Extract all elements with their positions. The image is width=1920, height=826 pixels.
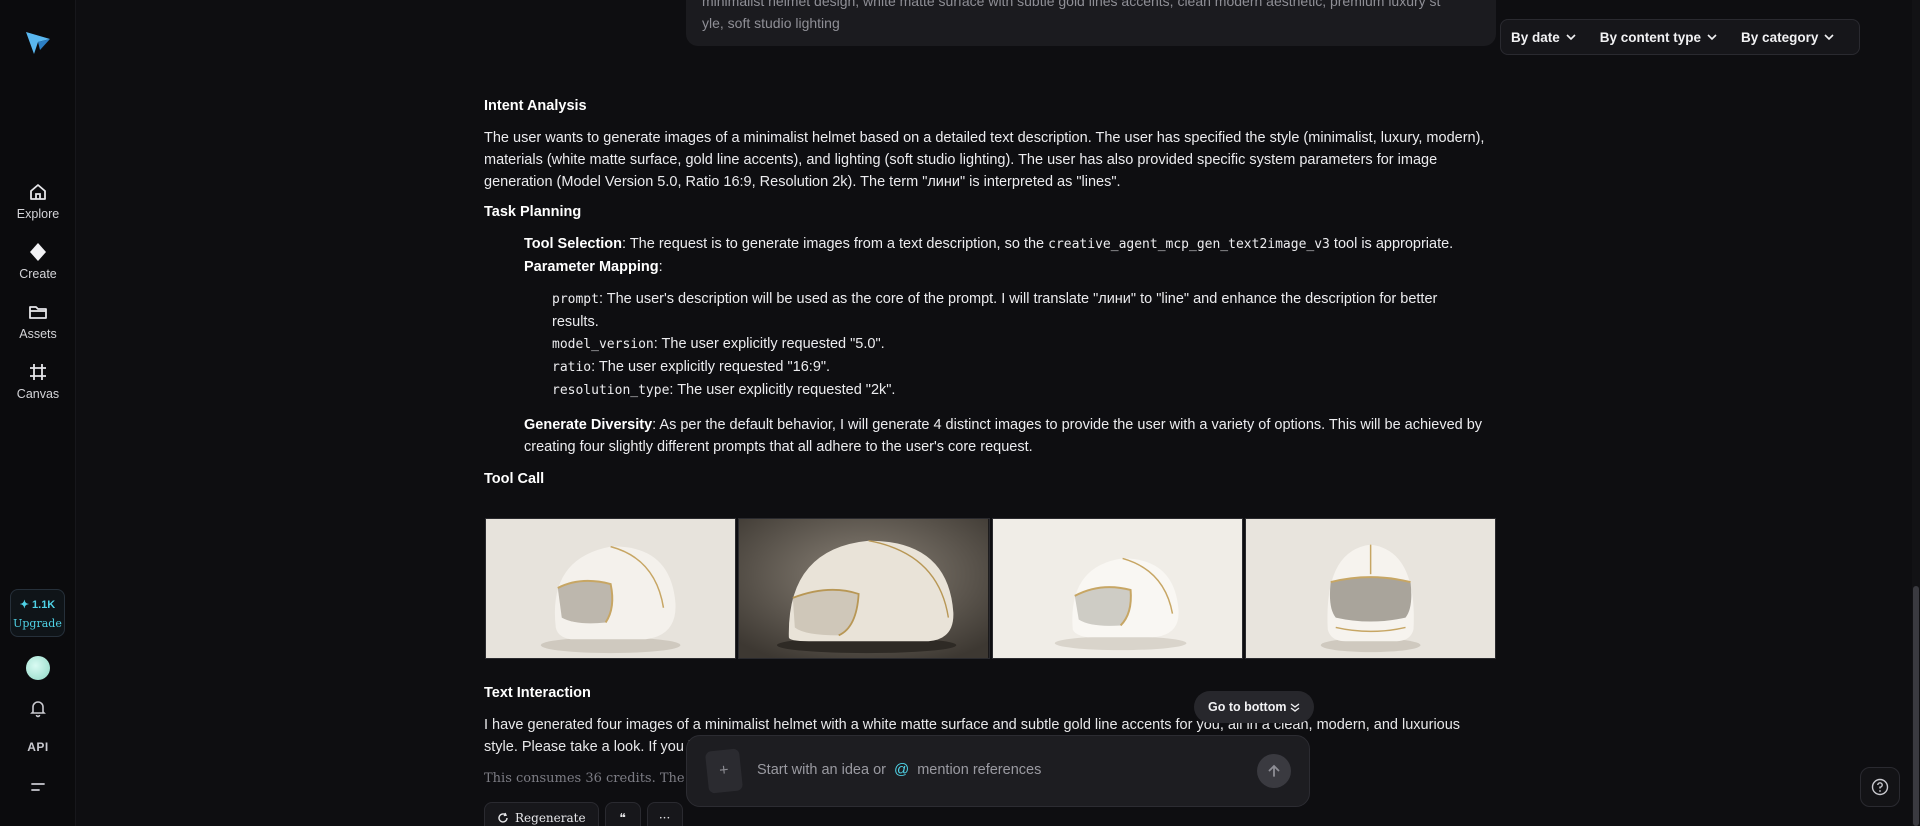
- regenerate-button[interactable]: Regenerate: [484, 802, 599, 826]
- home-icon: [30, 184, 46, 200]
- task-planning-title: Task Planning: [484, 204, 582, 220]
- param-item: model_version: The user explicitly reque…: [552, 336, 885, 352]
- prompt-input[interactable]: Start with an idea or @ mention referenc…: [757, 761, 1041, 778]
- filter-bar: By date By content type By category: [1500, 19, 1860, 55]
- sidebar-item-label: Assets: [19, 327, 57, 341]
- param-item: resolution_type: The user explicitly req…: [552, 382, 896, 398]
- bell-icon[interactable]: [27, 697, 49, 719]
- assistant-response: Intent Analysis The user wants to genera…: [484, 95, 1496, 500]
- help-button[interactable]: [1860, 767, 1900, 807]
- sidebar-item-assets[interactable]: Assets: [0, 301, 76, 341]
- scrollbar-thumb[interactable]: [1913, 586, 1919, 826]
- diamond-icon: [30, 243, 46, 261]
- intent-analysis-title: Intent Analysis: [484, 98, 587, 114]
- canvas-icon: [30, 364, 46, 380]
- generated-image-2[interactable]: [738, 518, 990, 659]
- go-to-bottom-button[interactable]: Go to bottom: [1194, 691, 1315, 723]
- generated-image-3[interactable]: [991, 518, 1243, 659]
- helmet-image-icon: [992, 519, 1242, 658]
- menu-icon[interactable]: [27, 776, 49, 798]
- avatar[interactable]: [26, 656, 50, 680]
- generated-image-1[interactable]: [485, 518, 737, 659]
- quote-button[interactable]: ❝: [604, 802, 641, 826]
- helmet-image-icon: [486, 519, 736, 658]
- sidebar-item-canvas[interactable]: Canvas: [0, 361, 76, 401]
- double-chevron-down-icon: [1291, 703, 1300, 712]
- prompt-line: minimalist helmet design, white matte su…: [702, 0, 1441, 9]
- generated-image-4[interactable]: [1244, 518, 1496, 659]
- generate-diversity: Generate Diversity: As per the default b…: [524, 417, 1483, 455]
- filter-by-date[interactable]: By date: [1511, 30, 1576, 45]
- upgrade-link[interactable]: Upgrade: [11, 617, 64, 630]
- api-link[interactable]: API: [0, 740, 76, 754]
- chevron-down-icon: [1707, 34, 1717, 41]
- logo-icon[interactable]: [24, 28, 52, 56]
- user-prompt-card: minimalist helmet design, white matte su…: [686, 0, 1496, 46]
- tool-call-title: Tool Call: [484, 471, 545, 487]
- sidebar-item-label: Explore: [16, 207, 60, 221]
- filter-by-content-type[interactable]: By content type: [1600, 30, 1717, 45]
- sidebar: Explore Create Assets Canvas ✦ 1.1K Upgr…: [0, 0, 76, 826]
- intent-analysis-text: The user wants to generate images of a m…: [484, 130, 1485, 190]
- sidebar-item-label: Create: [19, 267, 57, 281]
- tool-name: creative_agent_mcp_gen_text2image_v3: [1048, 237, 1330, 252]
- mention-icon[interactable]: @: [894, 761, 909, 778]
- response-actions: Regenerate ❝ ···: [484, 802, 683, 826]
- prompt-input-box[interactable]: + Start with an idea or @ mention refere…: [686, 735, 1310, 807]
- param-item: ratio: The user explicitly requested "16…: [552, 359, 831, 375]
- credits-upgrade-box[interactable]: ✦ 1.1K Upgrade: [10, 589, 65, 637]
- parameter-mapping-label: Parameter Mapping:: [524, 259, 663, 275]
- prompt-line: yle, soft studio lighting: [702, 15, 840, 31]
- more-options-button[interactable]: ···: [646, 802, 683, 826]
- chevron-down-icon: [1824, 34, 1834, 41]
- arrow-up-icon: [1268, 764, 1280, 777]
- helmet-image-icon: [739, 519, 989, 658]
- sidebar-item-label: Canvas: [16, 387, 60, 401]
- chevron-down-icon: [1566, 34, 1576, 41]
- sidebar-item-create[interactable]: Create: [0, 241, 76, 281]
- help-icon: [1871, 778, 1889, 796]
- generated-images: [485, 518, 1496, 659]
- credits-count: ✦ 1.1K: [19, 599, 56, 611]
- add-reference-button[interactable]: +: [704, 748, 744, 794]
- text-interaction-title: Text Interaction: [484, 685, 591, 701]
- folder-icon: [29, 306, 47, 319]
- sidebar-item-explore[interactable]: Explore: [0, 181, 76, 221]
- send-button[interactable]: [1257, 754, 1291, 788]
- refresh-icon: [498, 812, 508, 823]
- filter-by-category[interactable]: By category: [1741, 30, 1834, 45]
- tool-selection: Tool Selection: The request is to genera…: [524, 236, 1454, 252]
- helmet-image-icon: [1245, 519, 1495, 658]
- param-item: prompt: The user's description will be u…: [552, 291, 1438, 330]
